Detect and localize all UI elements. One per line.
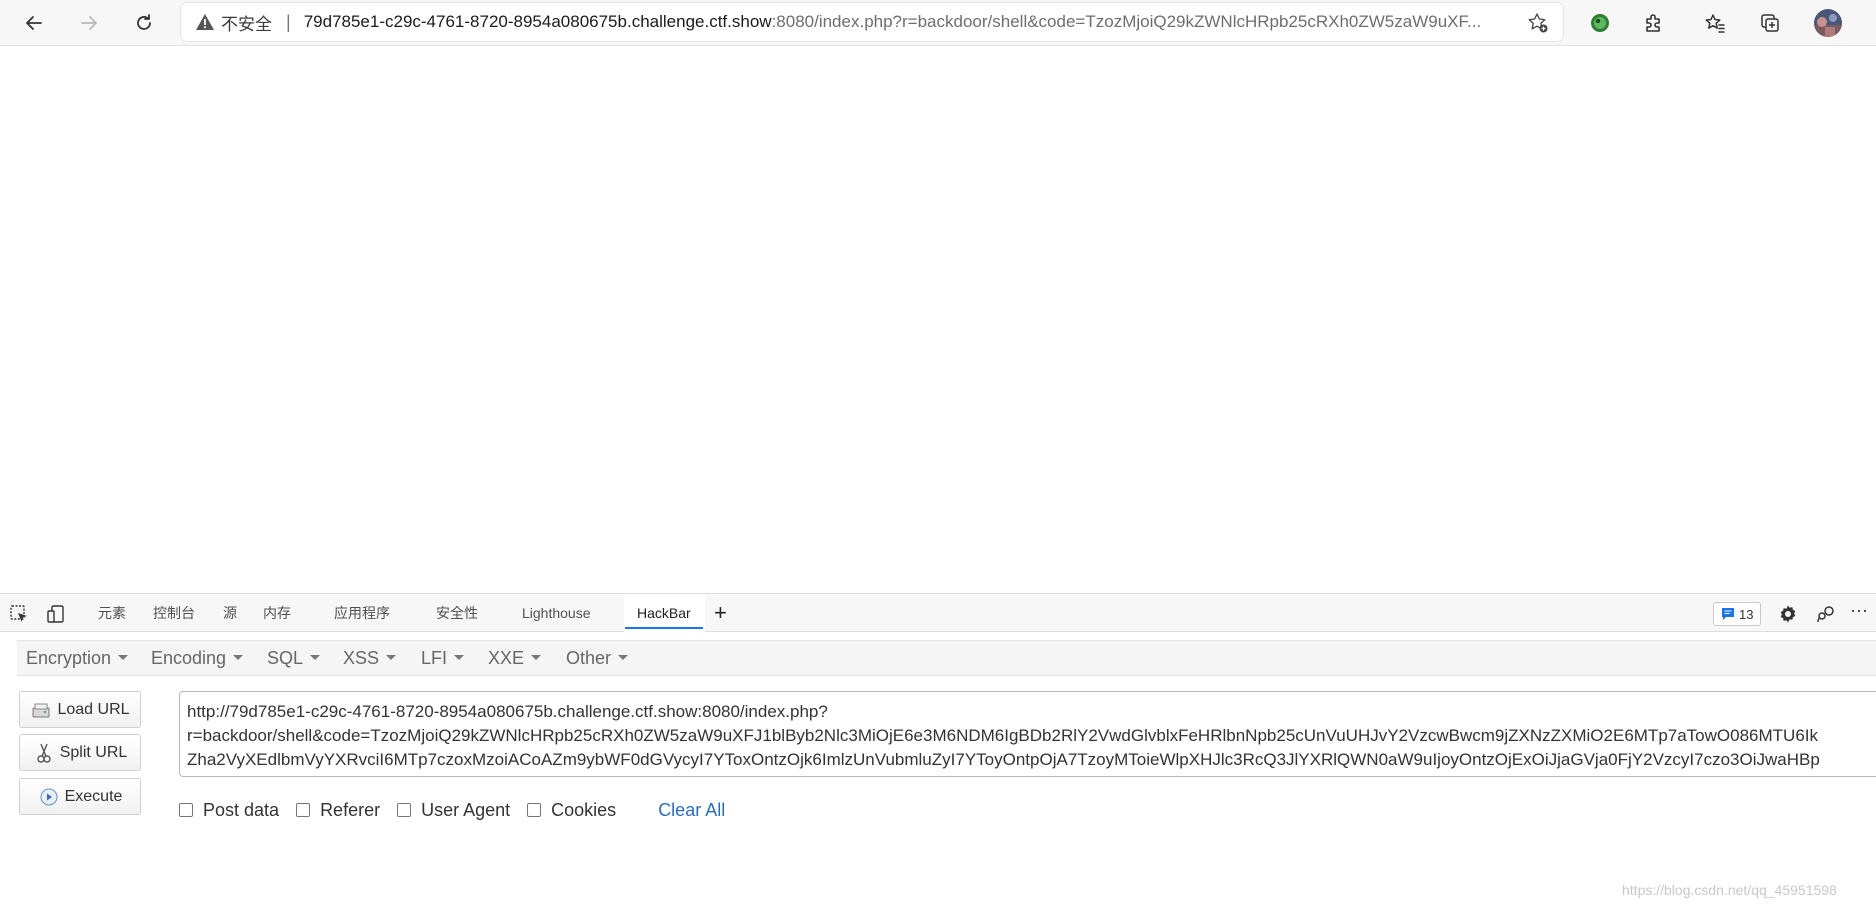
load-url-icon [30,699,52,721]
browser-toolbar: 不安全 | 79d785e1-c29c-4761-8720-8954a08067… [0,0,1876,46]
tab-security[interactable]: 安全性 [436,594,478,632]
menu-encryption[interactable]: Encryption [26,641,129,675]
tab-memory[interactable]: 内存 [263,594,291,632]
message-icon [1722,608,1734,620]
clear-all-link[interactable]: Clear All [658,800,725,821]
user-agent-label: User Agent [421,799,511,820]
menu-sql[interactable]: SQL [267,641,321,675]
tab-application[interactable]: 应用程序 [334,594,390,632]
address-separator: | [286,11,291,32]
settings-gear-icon[interactable] [1776,602,1800,626]
menu-encoding[interactable]: Encoding [151,641,244,675]
caret-down-icon [618,654,629,660]
load-url-label: Load URL [57,700,130,718]
issues-badge[interactable]: 13 [1713,602,1762,626]
caret-down-icon [454,654,465,660]
url-host: 79d785e1-c29c-4761-8720-8954a080675b.cha… [303,12,772,31]
menu-xxe[interactable]: XXE [488,641,542,675]
url-line: Zha2VyXEdlbmVyYXRvciI6MTp7czoxMzoiACoAZm… [187,750,1820,769]
post-data-label: Post data [203,799,280,820]
caret-down-icon [118,654,129,660]
cookies-checkbox[interactable] [527,803,542,817]
url-textarea[interactable]: http://79d785e1-c29c-4761-8720-8954a0806… [179,691,1876,777]
request-options: Post data Referer User Agent Cookies Cle… [179,799,725,821]
cookies-option[interactable]: Cookies [527,800,616,821]
puzzle-icon[interactable] [1637,6,1671,40]
split-url-label: Split URL [59,743,128,761]
devtools-tab-strip: 元素 控制台 源 内存 应用程序 安全性 Lighthouse HackBar … [0,593,1876,632]
refresh-icon[interactable] [127,6,161,40]
caret-down-icon [310,654,321,660]
url-line: http://79d785e1-c29c-4761-8720-8954a0806… [187,702,828,721]
forward-icon[interactable] [72,6,106,40]
more-options-icon[interactable]: ··· [1850,591,1868,629]
collections-icon[interactable] [1753,6,1787,40]
tab-console[interactable]: 控制台 [153,594,195,632]
scissors-icon [33,742,55,764]
back-icon[interactable] [17,6,51,40]
referer-option[interactable]: Referer [296,800,380,821]
tab-elements[interactable]: 元素 [98,594,126,632]
extension-green-icon[interactable] [1583,6,1617,40]
tab-sources[interactable]: 源 [223,594,237,632]
execute-label: Execute [64,787,123,805]
referer-label: Referer [320,799,381,820]
post-data-option[interactable]: Post data [179,800,279,821]
warning-icon[interactable] [195,13,215,31]
url-line: r=backdoor/shell&code=TzozMjoiQ29kZWNlcH… [187,726,1818,745]
tab-lighthouse[interactable]: Lighthouse [522,594,591,632]
favorites-icon[interactable] [1698,6,1732,40]
inspect-element-icon[interactable] [7,602,31,626]
address-bar[interactable]: 不安全 | 79d785e1-c29c-4761-8720-8954a08067… [181,3,1563,41]
cookies-label: Cookies [551,799,617,820]
load-url-button[interactable]: Load URL [19,691,141,728]
user-agent-checkbox[interactable] [397,803,412,817]
menu-xss[interactable]: XSS [343,641,397,675]
play-icon [38,786,60,808]
security-label[interactable]: 不安全 [221,10,272,35]
profile-avatar[interactable] [1811,6,1845,40]
device-emulation-icon[interactable] [44,602,68,626]
execute-button[interactable]: Execute [19,778,141,815]
post-data-checkbox[interactable] [179,803,193,817]
favorite-add-icon[interactable] [1525,10,1551,36]
watermark: https://blog.csdn.net/qq_45951598 [1622,882,1837,898]
menu-lfi[interactable]: LFI [421,641,465,675]
referer-checkbox[interactable] [296,803,311,817]
hackbar-menu: Encryption Encoding SQL XSS LFI XXE Othe… [17,640,1876,676]
user-agent-option[interactable]: User Agent [397,800,510,821]
url-path: :8080/index.php?r=backdoor/shell&code=Tz… [771,12,1482,31]
customize-devtools-icon[interactable] [1814,602,1838,626]
caret-down-icon [386,654,397,660]
caret-down-icon [233,654,244,660]
add-tab-button[interactable]: + [714,594,727,632]
menu-other[interactable]: Other [566,641,629,675]
caret-down-icon [531,654,542,660]
tab-hackbar[interactable]: HackBar [625,594,703,632]
split-url-button[interactable]: Split URL [19,734,141,771]
issues-count: 13 [1739,606,1754,622]
